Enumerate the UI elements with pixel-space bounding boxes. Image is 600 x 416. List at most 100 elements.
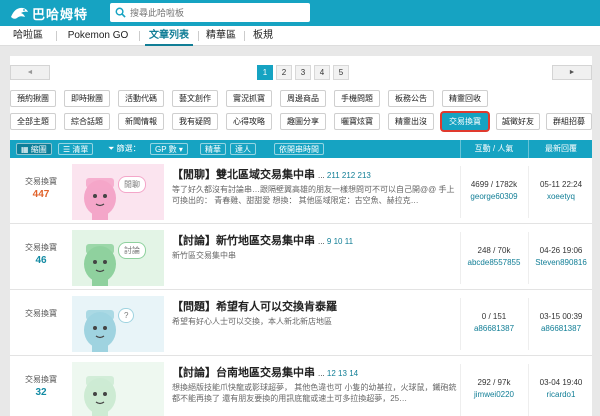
category-chip-selected[interactable]: 交易換寶 — [442, 113, 488, 130]
page-link[interactable]: 10 — [334, 237, 343, 246]
page-3-button[interactable]: 3 — [295, 65, 311, 80]
page-link[interactable]: 213 — [358, 171, 371, 180]
tab-pokemon-go[interactable]: Pokemon GO — [62, 26, 134, 46]
page-ellipsis: ... — [318, 237, 325, 246]
search-box[interactable] — [110, 3, 310, 22]
latest-reply-user[interactable]: Steven890816 — [530, 258, 592, 268]
category-chip[interactable]: 活動代碼 — [118, 90, 164, 107]
search-input[interactable] — [130, 7, 300, 18]
thread-category[interactable]: 交易換寶 — [10, 308, 72, 319]
column-divider — [528, 166, 529, 218]
category-chip[interactable]: 精靈出沒 — [388, 113, 434, 130]
latest-reply-user[interactable]: ricardo1 — [530, 390, 592, 400]
filter-icon: ⏷ — [108, 144, 115, 153]
column-header-latest[interactable]: 最新回覆 — [530, 140, 592, 158]
page-ellipsis: ... — [318, 369, 325, 378]
page-link[interactable]: 212 — [342, 171, 355, 180]
interaction-stats: 0 / 151 — [481, 312, 507, 321]
latest-reply-user[interactable]: a86681387 — [530, 324, 592, 334]
column-header-interaction[interactable]: 互動 / 人氣 — [462, 140, 526, 158]
next-page-button[interactable]: ► — [552, 65, 592, 80]
category-chip[interactable]: 藝文創作 — [172, 90, 218, 107]
page-link[interactable]: 12 — [327, 369, 336, 378]
page-link[interactable]: 211 — [327, 171, 340, 180]
sort-by-time-button[interactable]: 依開串時間 — [274, 143, 324, 155]
category-chip[interactable]: 精靈回收 — [442, 90, 488, 107]
category-chip[interactable]: 預約揪團 — [10, 90, 56, 107]
tab-rules[interactable]: 板規 — [250, 26, 276, 46]
thread-thumbnail[interactable]: ? — [72, 296, 164, 352]
prev-page-button[interactable]: ◄ — [10, 65, 50, 80]
category-chip[interactable]: 趣圖分享 — [280, 113, 326, 130]
filter-label: ⏷ 篩選： — [108, 143, 141, 155]
thread-summary[interactable]: 希望有好心人士可以交換，本人新北新店地區 — [172, 316, 457, 327]
category-chip[interactable]: 即時揪團 — [64, 90, 110, 107]
site-logo[interactable]: 巴哈姆特 — [9, 4, 88, 22]
thread-title[interactable]: 【討論】台南地區交易集中串... 12 13 14 — [172, 364, 462, 380]
page-2-button[interactable]: 2 — [276, 65, 292, 80]
thread-thumbnail[interactable]: 閒聊 — [72, 164, 164, 220]
latest-reply-time[interactable]: 03-04 19:40 — [530, 378, 592, 387]
thread-summary[interactable]: 等了好久都沒有討論串…跟隔壁翼高雄的朋友一樣想問可不可以自己開@@ 手上可換出的… — [172, 184, 457, 206]
thread-title[interactable]: 【問題】希望有人可以交換肯泰羅 — [172, 298, 462, 314]
category-chip[interactable]: 綜合話題 — [64, 113, 110, 130]
category-chip[interactable]: 群組招募 — [546, 113, 592, 130]
thread-row[interactable]: 交易換寶? 【問題】希望有人可以交換肯泰羅希望有好心人士可以交換，本人新北新店地區… — [10, 292, 592, 356]
list-view-button[interactable]: ☰ 清單 — [58, 143, 94, 155]
category-chip[interactable]: 周邊商品 — [280, 90, 326, 107]
author-link[interactable]: abcde8557855 — [462, 258, 526, 267]
category-chip[interactable]: 板務公告 — [388, 90, 434, 107]
category-chip[interactable]: 誠徵好友 — [496, 113, 540, 130]
thread-title[interactable]: 【閒聊】雙北區域交易集中串... 211 212 213 — [172, 166, 462, 182]
featured-filter-button[interactable]: 精華 — [200, 143, 226, 155]
gp-filter-select[interactable]: GP 數 ▾ — [150, 143, 188, 155]
category-chip[interactable]: 手機問題 — [334, 90, 380, 107]
interaction-stats: 4699 / 1782k — [470, 180, 518, 189]
latest-reply-time[interactable]: 03-15 00:39 — [530, 312, 592, 321]
tab-featured[interactable]: 精華區 — [203, 26, 239, 46]
thread-row[interactable]: 交易換寶 32 【討論】台南地區交易集中串... 12 13 14 想換絕版技能爪快龍… — [10, 358, 592, 416]
page-5-button[interactable]: 5 — [333, 65, 349, 80]
board-nav: 哈啦區 Pokemon GO 文章列表 精華區 板規 — [0, 26, 600, 46]
latest-reply-user[interactable]: xoeetyq — [530, 192, 592, 202]
thread-summary[interactable]: 想換絕版技能爪快龍或影球超夢， 其他色違也可 小隻的幼基拉，火球鼠，鐵砲銃都不能… — [172, 382, 457, 404]
category-chip[interactable]: 全部主題 — [10, 113, 56, 130]
thread-title-text[interactable]: 【閒聊】雙北區域交易集中串 — [172, 169, 315, 181]
category-chip[interactable]: 我有疑問 — [172, 113, 218, 130]
author-link[interactable]: jimwei0220 — [462, 390, 526, 399]
experts-filter-button[interactable]: 達人 — [230, 143, 256, 155]
thread-row[interactable]: 交易換寶 46 討論 【討論】新竹地區交易集中串... 9 10 11 新竹區交易集中串… — [10, 226, 592, 290]
search-icon[interactable] — [110, 3, 130, 22]
page-links: ... 12 13 14 — [318, 369, 358, 378]
page-link[interactable]: 14 — [349, 369, 358, 378]
thread-category[interactable]: 交易換寶 — [10, 176, 72, 187]
page-link[interactable]: 13 — [338, 369, 347, 378]
dragon-logo-icon — [11, 7, 28, 19]
tab-article-list[interactable]: 文章列表 — [145, 26, 193, 46]
category-chip[interactable]: 實況抓寶 — [226, 90, 272, 107]
thread-thumbnail[interactable]: 討論 — [72, 230, 164, 286]
author-link[interactable]: george60309 — [462, 192, 526, 201]
tab-forum[interactable]: 哈啦區 — [10, 26, 46, 46]
thread-category[interactable]: 交易換寶 — [10, 374, 72, 385]
category-chip[interactable]: 曬寶炫寶 — [334, 113, 380, 130]
thumbnail-view-button[interactable]: ▦ 縮圖 — [16, 143, 52, 155]
page-link[interactable]: 9 — [327, 237, 331, 246]
thread-thumbnail[interactable] — [72, 362, 164, 416]
page-4-button[interactable]: 4 — [314, 65, 330, 80]
page-link[interactable]: 11 — [345, 237, 353, 246]
thread-title-text[interactable]: 【討論】新竹地區交易集中串 — [172, 235, 315, 247]
latest-reply-time[interactable]: 04-26 19:06 — [530, 246, 592, 255]
author-link[interactable]: a86681387 — [462, 324, 526, 333]
category-chip[interactable]: 新聞情報 — [118, 113, 164, 130]
thread-title-text[interactable]: 【討論】台南地區交易集中串 — [172, 367, 315, 379]
latest-reply-time[interactable]: 05-11 22:24 — [530, 180, 592, 189]
thread-summary[interactable]: 新竹區交易集中串 — [172, 250, 457, 261]
thread-category[interactable]: 交易換寶 — [10, 242, 72, 253]
column-divider — [460, 298, 461, 350]
thread-title-text[interactable]: 【問題】希望有人可以交換肯泰羅 — [172, 301, 337, 313]
category-chip[interactable]: 心得攻略 — [226, 113, 272, 130]
page-1-button[interactable]: 1 — [257, 65, 273, 80]
thread-row[interactable]: 交易換寶 447 閒聊 【閒聊】雙北區域交易集中串... 211 212 213 等了好… — [10, 160, 592, 224]
thread-title[interactable]: 【討論】新竹地區交易集中串... 9 10 11 — [172, 232, 462, 248]
